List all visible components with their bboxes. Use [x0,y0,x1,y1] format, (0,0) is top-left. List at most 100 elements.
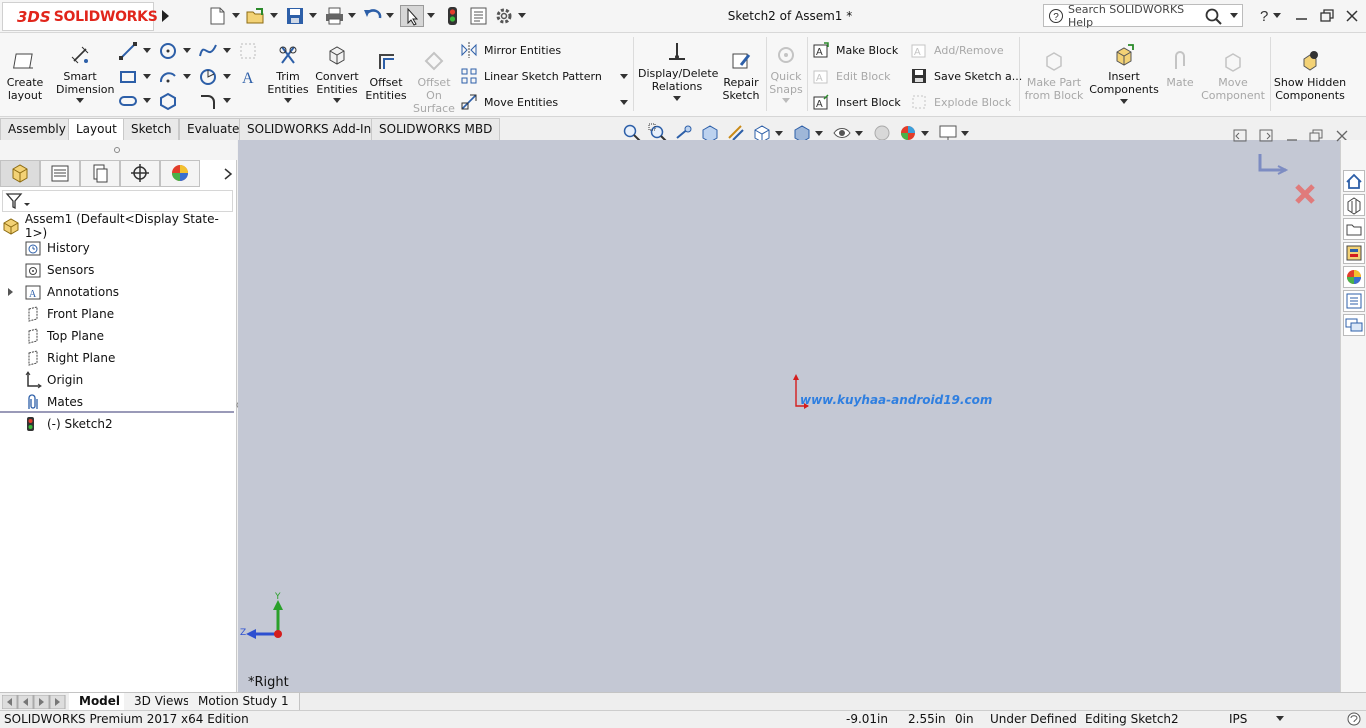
tree-item-sensors[interactable]: Sensors [24,259,261,281]
convert-dropdown-icon[interactable] [333,98,341,104]
display-manager-tab[interactable] [160,160,200,187]
circle-tool-icon[interactable] [158,41,178,61]
print-dropdown-icon[interactable] [348,13,356,19]
custom-properties-icon[interactable] [1343,290,1365,312]
move-entities-button[interactable]: Move Entities [460,92,558,112]
tab-evaluate[interactable]: Evaluate [179,118,248,140]
viewport-tile-left-icon[interactable] [1230,126,1250,146]
insert-components-dropdown-icon[interactable] [1120,99,1128,105]
arc-dropdown-icon[interactable] [183,74,191,80]
panel-grip[interactable] [0,140,237,160]
tab-layout[interactable]: Layout [68,118,125,140]
restore-window-icon[interactable] [1317,6,1337,26]
line-tool-icon[interactable] [118,41,138,61]
file-properties-icon[interactable] [467,5,491,27]
tab-solidworks-mbd[interactable]: SOLIDWORKS MBD [371,118,501,140]
open-document-icon[interactable] [244,5,268,27]
filter-funnel-icon[interactable] [3,191,33,211]
text-tool-icon[interactable]: A [238,67,258,87]
slot-dropdown-icon[interactable] [143,98,151,104]
design-library-icon[interactable] [1343,194,1365,216]
tree-item-origin[interactable]: Origin [24,369,261,391]
solidworks-menu-button[interactable]: 3DS SOLIDWORKS [2,2,158,31]
insert-components-button[interactable]: Insert Components [1088,43,1160,105]
show-hidden-components-button[interactable]: Show Hidden Components [1272,49,1348,102]
help-dropdown-icon[interactable] [1273,13,1281,19]
bottom-tab-model[interactable]: Model [69,693,132,711]
add-remove-button[interactable]: A Add/Remove [910,40,1004,60]
search-icon[interactable] [1204,7,1226,25]
feature-manager-tab[interactable] [0,160,40,187]
display-delete-relations-button[interactable]: Display/Delete Relations [638,40,718,102]
sketch-confirmation-corner[interactable] [1256,150,1318,210]
save-sketch-as-block-button[interactable]: Save Sketch a... [910,66,1022,86]
line-dropdown-icon[interactable] [143,48,151,54]
unit-system[interactable]: IPS [1229,712,1247,726]
view-palette-icon[interactable] [1343,242,1365,264]
insert-block-button[interactable]: A Insert Block [812,92,901,112]
file-explorer-icon[interactable] [1343,218,1365,240]
slot-tool-icon[interactable] [118,91,138,111]
search-dropdown-icon[interactable] [1230,12,1238,19]
tree-item-annotations[interactable]: A Annotations [5,281,242,303]
tab-solidworks-add-ins[interactable]: SOLIDWORKS Add-Ins [239,118,386,140]
viewport-minimize-icon[interactable] [1282,126,1302,146]
new-dropdown-icon[interactable] [232,13,240,19]
cancel-sketch-icon[interactable] [1295,184,1315,204]
help-search-box[interactable]: ? Search SOLIDWORKS Help [1043,3,1243,29]
smart-dimension-button[interactable]: Smart Dimension [56,43,114,104]
trim-entities-button[interactable]: Trim Entities [266,43,310,104]
rebuild-traffic-light-icon[interactable] [441,5,465,27]
move-dropdown-icon[interactable] [620,100,628,106]
close-window-icon[interactable] [1342,6,1362,26]
linear-sketch-pattern-button[interactable]: Linear Sketch Pattern [460,66,602,86]
dimxpert-manager-tab[interactable] [120,160,160,187]
quick-snaps-button[interactable]: Quick Snaps [768,43,804,104]
open-dropdown-icon[interactable] [270,13,278,19]
rectangle-dropdown-icon[interactable] [143,74,151,80]
explode-block-button[interactable]: Explode Block [910,92,1011,112]
solidworks-resources-icon[interactable] [1343,170,1365,192]
panel-tabs-more-icon[interactable] [218,164,238,184]
fillet-tool-icon[interactable] [198,91,218,111]
tree-item-front-plane[interactable]: Front Plane [24,303,261,325]
edit-block-button[interactable]: A Edit Block [812,66,891,86]
tab-sketch[interactable]: Sketch [123,118,180,140]
rectangle-tool-icon[interactable] [118,67,138,87]
repair-sketch-button[interactable]: Repair Sketch [720,49,762,102]
save-icon[interactable] [284,5,308,27]
property-manager-tab[interactable] [40,160,80,187]
polygon-tool-icon[interactable] [158,91,178,111]
minimize-window-icon[interactable] [1292,6,1312,26]
tab-assembly[interactable]: Assembly [0,118,74,140]
offset-entities-button[interactable]: Offset Entities [364,49,408,102]
spline-tool-icon[interactable] [198,41,218,61]
appearances-icon[interactable] [1343,266,1365,288]
trim-dropdown-icon[interactable] [284,98,292,104]
menu-expand-icon[interactable] [157,6,173,26]
editing-status[interactable]: Editing Sketch2 [1085,712,1179,726]
smart-dimension-dropdown-icon[interactable] [76,98,84,104]
mate-button[interactable]: Mate [1162,49,1198,89]
undo-dropdown-icon[interactable] [386,13,394,19]
new-document-icon[interactable] [206,5,230,27]
help-menu-icon[interactable]: ? [1254,6,1274,26]
viewport-tile-right-icon[interactable] [1256,126,1276,146]
ellipse-dropdown-icon[interactable] [223,74,231,80]
quick-snaps-dropdown-icon[interactable] [782,98,790,104]
pattern-dropdown-icon[interactable] [620,74,628,80]
offset-on-surface-button[interactable]: Offset On Surface [412,49,456,115]
make-block-button[interactable]: A Make Block [812,40,898,60]
tree-item-mates[interactable]: Mates [24,391,261,413]
bottom-tab-motion-study-1[interactable]: Motion Study 1 [188,693,300,711]
spline-dropdown-icon[interactable] [223,48,231,54]
tree-root-assembly[interactable]: Assem1 (Default<Display State-1>) [2,212,239,240]
customize-status-bar-icon[interactable] [1346,711,1362,727]
view-settings-dropdown-icon[interactable] [961,131,969,137]
save-dropdown-icon[interactable] [309,13,317,19]
create-layout-button[interactable]: Create layout [4,49,46,102]
viewport-restore-icon[interactable] [1306,126,1326,146]
hide-show-dropdown-icon[interactable] [855,131,863,137]
select-dropdown-icon[interactable] [427,13,435,19]
options-dropdown-icon[interactable] [518,13,526,19]
